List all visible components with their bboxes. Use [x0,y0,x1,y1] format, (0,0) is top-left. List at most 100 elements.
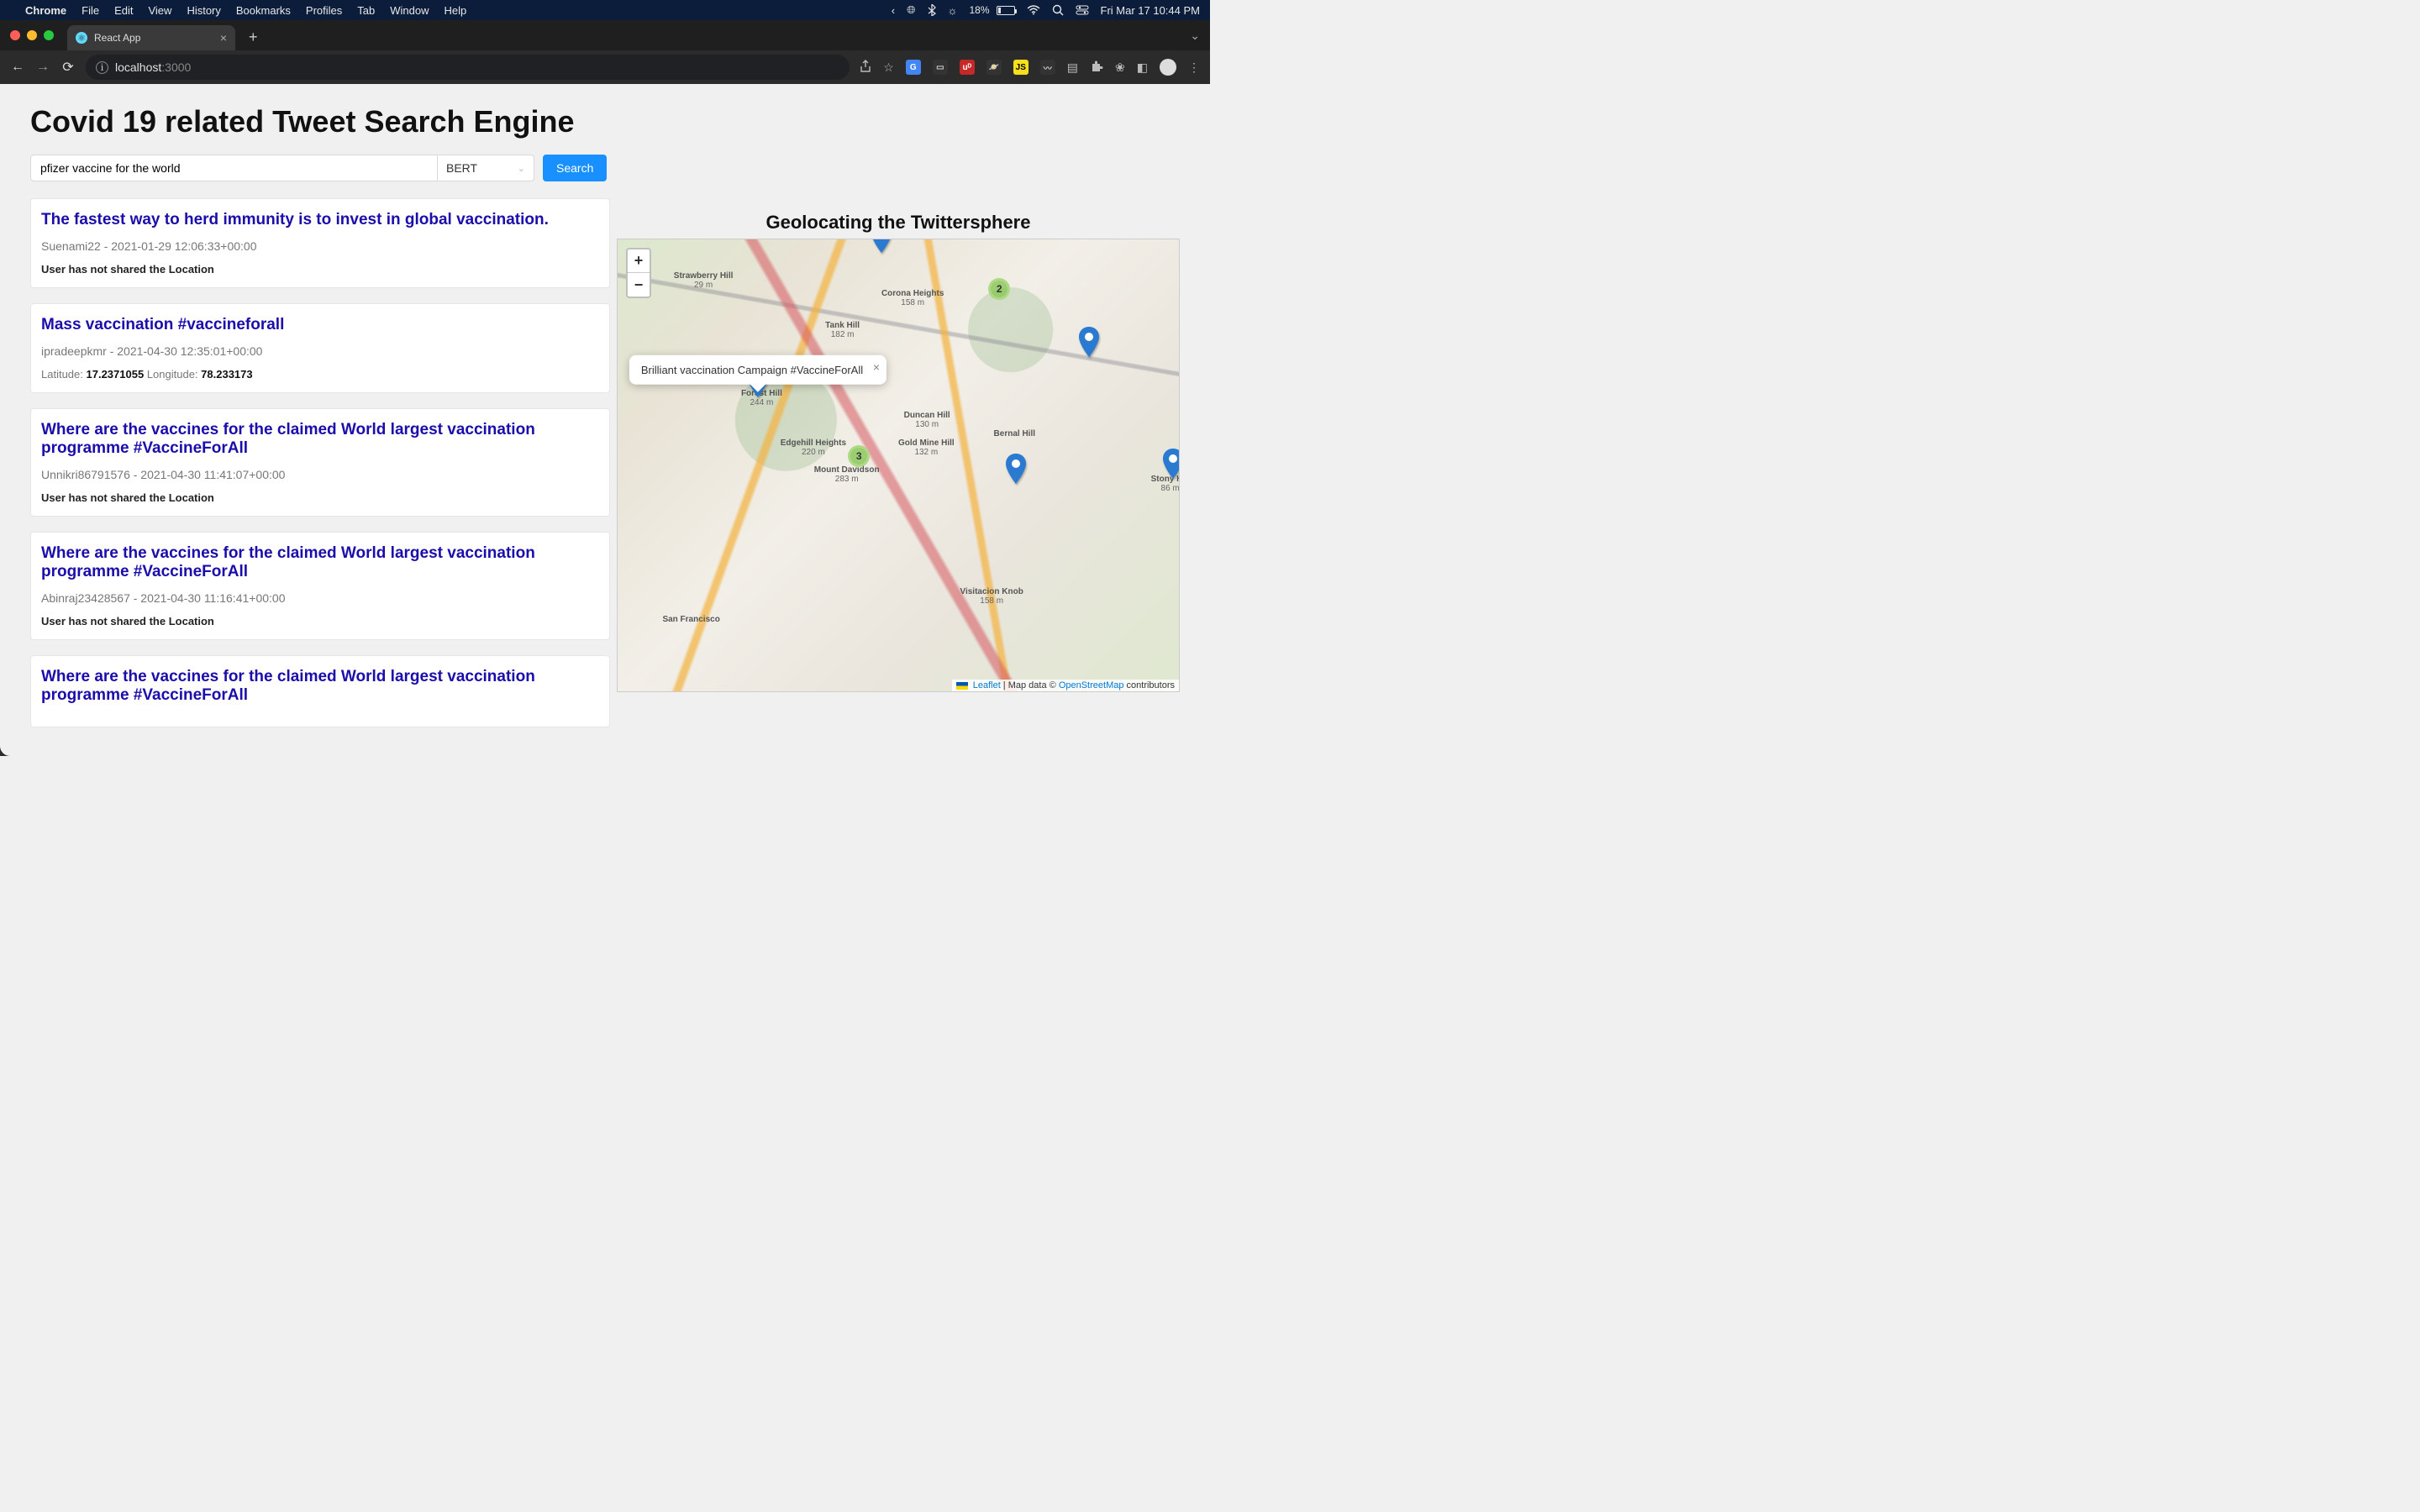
model-selected-label: BERT [446,161,477,175]
result-card: Mass vaccination #vaccineforallipradeepk… [30,303,610,393]
zoom-out-button[interactable]: − [628,273,650,297]
menu-tab[interactable]: Tab [357,4,375,17]
ukraine-flag-icon [956,682,968,690]
map-place-label: Gold Mine Hill132 m [898,438,955,457]
react-favicon-icon [76,32,87,44]
search-row: BERT ⌄ Search [30,155,1180,181]
browser-tab[interactable]: React App × [67,25,235,50]
close-window-button[interactable] [10,30,20,40]
map-place-label: Tank Hill182 m [825,321,860,339]
maximize-window-button[interactable] [44,30,54,40]
model-select[interactable]: BERT ⌄ [438,155,534,181]
extension-js-icon[interactable]: JS [1013,60,1028,75]
result-location: User has not shared the Location [41,615,599,627]
extension-misc-icon[interactable]: 〰 [1040,60,1055,75]
osm-link[interactable]: OpenStreetMap [1059,680,1124,690]
window-controls [10,30,54,40]
menu-window[interactable]: Window [390,4,429,17]
control-center-icon[interactable] [1076,5,1089,15]
extension-google-icon[interactable]: G [906,60,921,75]
url-host: localhost [115,60,161,74]
extension-note-icon[interactable]: ▤ [1067,60,1078,75]
brightness-icon[interactable]: ☼ [948,4,958,17]
result-title[interactable]: Where are the vaccines for the claimed W… [41,668,599,705]
bluetooth-icon[interactable] [928,4,936,16]
clock[interactable]: Fri Mar 17 10:44 PM [1101,4,1201,17]
popup-close-button[interactable]: × [873,360,880,373]
result-title[interactable]: Where are the vaccines for the claimed W… [41,421,599,458]
search-input[interactable] [30,155,438,181]
macos-menubar: Chrome File Edit View History Bookmarks … [0,0,1210,20]
result-meta: Abinraj23428567 - 2021-04-30 11:16:41+00… [41,591,599,605]
minimize-window-button[interactable] [27,30,37,40]
map-place-label: Edgehill Heights220 m [781,438,846,457]
result-title[interactable]: The fastest way to herd immunity is to i… [41,211,599,229]
share-icon[interactable] [860,60,871,76]
result-meta: Unnikri86791576 - 2021-04-30 11:41:07+00… [41,468,599,481]
result-card: Where are the vaccines for the claimed W… [30,532,610,640]
wifi-icon[interactable] [1027,5,1040,15]
map-marker[interactable] [871,239,892,253]
menu-edit[interactable]: Edit [114,4,133,17]
result-title[interactable]: Mass vaccination #vaccineforall [41,316,599,334]
new-tab-button[interactable]: + [240,29,266,46]
menu-bookmarks[interactable]: Bookmarks [236,4,291,17]
search-icon[interactable] [1052,4,1064,16]
map-place-label: Duncan Hill130 m [904,411,950,429]
map-place-label: Visitacion Knob158 m [960,587,1023,606]
tab-overflow-button[interactable]: ⌄ [1190,29,1210,43]
browser-toolbar: ← → ⟳ i localhost:3000 ☆ G ▭ uᴰ 🪐 JS 〰 ▤… [0,50,1210,84]
popup-text: Brilliant vaccination Campaign #VaccineF… [641,363,863,375]
address-bar[interactable]: i localhost:3000 [86,55,850,80]
search-button[interactable]: Search [543,155,607,181]
map-place-label: San Francisco [662,615,719,624]
page-content: Covid 19 related Tweet Search Engine BER… [0,84,1210,756]
extensions-puzzle-icon[interactable] [1090,60,1103,76]
forward-button[interactable]: → [35,60,50,75]
globe-icon[interactable]: 🌐︎ [907,3,915,17]
chrome-window: React App × + ⌄ ← → ⟳ i localhost:3000 ☆… [0,20,1210,756]
result-card: Where are the vaccines for the claimed W… [30,408,610,517]
leaflet-link[interactable]: Leaflet [973,680,1001,690]
tab-bar: React App × + ⌄ [0,20,1210,50]
app-name[interactable]: Chrome [25,4,66,17]
site-info-icon[interactable]: i [96,61,108,74]
menu-profiles[interactable]: Profiles [306,4,342,17]
menu-history[interactable]: History [187,4,220,17]
reload-button[interactable]: ⟳ [60,59,76,76]
chevron-left-icon[interactable]: ‹ [892,4,895,17]
map-cluster[interactable]: 3 [848,445,870,467]
map-cluster[interactable]: 2 [988,278,1010,300]
result-card: Where are the vaccines for the claimed W… [30,655,610,727]
back-button[interactable]: ← [10,60,25,75]
battery-icon[interactable] [997,6,1015,15]
page-title: Covid 19 related Tweet Search Engine [30,104,1180,139]
profile-avatar[interactable] [1160,59,1176,76]
menu-help[interactable]: Help [445,4,467,17]
extension-saturn-icon[interactable]: 🪐 [986,60,1002,75]
map-place-label: Corona Heights158 m [881,289,944,307]
battery-percent: 18% [969,4,989,16]
map-marker[interactable] [1006,454,1026,484]
extension-ublock-icon[interactable]: uᴰ [960,60,975,75]
result-meta: Suenami22 - 2021-01-29 12:06:33+00:00 [41,239,599,253]
extension-reader-icon[interactable]: ▭ [933,60,948,75]
side-panel-icon[interactable]: ◧ [1137,60,1148,75]
result-title[interactable]: Where are the vaccines for the claimed W… [41,544,599,581]
tab-title: React App [94,32,140,44]
map-marker[interactable] [1079,327,1099,357]
map-attribution: Leaflet | Map data © OpenStreetMap contr… [952,680,1179,691]
chrome-menu-icon[interactable]: ⋮ [1188,60,1200,75]
close-tab-button[interactable]: × [220,31,227,45]
leaf-icon[interactable]: ❀ [1115,60,1125,75]
url-port: :3000 [161,60,191,74]
map-column: Geolocating the Twittersphere + − Leafle… [617,198,1180,727]
zoom-in-button[interactable]: + [628,249,650,273]
map-place-label: Strawberry Hill29 m [674,271,734,290]
map-place-label: Bernal Hill [994,429,1035,438]
menu-view[interactable]: View [148,4,171,17]
bookmark-star-icon[interactable]: ☆ [883,60,894,75]
map[interactable]: + − Leaflet | Map data © OpenStreetMap c… [617,239,1180,692]
menu-file[interactable]: File [82,4,99,17]
map-marker[interactable] [1163,449,1180,479]
